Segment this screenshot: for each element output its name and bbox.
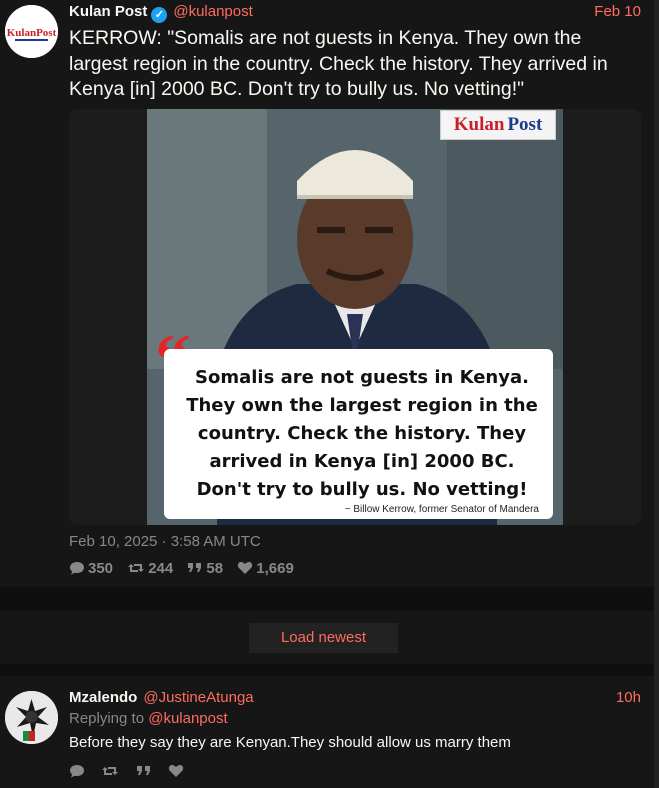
comment-icon [70, 765, 84, 778]
replying-prefix: Replying to [69, 710, 145, 727]
comment-icon [70, 562, 84, 575]
logo-text-1: Kulan [453, 114, 505, 135]
replying-to: Replying to @kulanpost [69, 710, 228, 728]
quote-count-value: 58 [206, 560, 224, 577]
quote-line: country. Check the history. They [197, 423, 527, 444]
reply-fullname[interactable]: Mzalendo [69, 689, 137, 706]
reply-content: Before they say they are Kenyan.They sho… [69, 734, 511, 751]
fullname[interactable]: Kulan Post [69, 3, 147, 20]
quote-attribution: ~ Billow Kerrow, former Senator of Mande… [344, 504, 539, 515]
quote-icon [188, 563, 202, 572]
reply-header: Mzalendo @JustineAtunga [69, 689, 254, 707]
like-count-value: 1,669 [256, 560, 294, 577]
reply-count-value: 350 [88, 560, 114, 577]
quote-box: Somalis are not guests in Kenya. They ow… [164, 349, 553, 519]
heart-icon [169, 765, 184, 777]
retweet-count: 244 [127, 560, 173, 577]
quote-line: arrived in Kenya [in] 2000 BC. [209, 451, 515, 472]
load-newest-button[interactable]: Load newest [249, 623, 398, 653]
scrollbar-track[interactable] [654, 0, 659, 788]
like-count: 1,669 [237, 560, 294, 577]
quote-text: Somalis are not guests in Kenya. They ow… [177, 364, 547, 504]
main-tweet: KulanPost Kulan Post ✓ @kulanpost Feb 10 K… [0, 0, 654, 587]
tweet-header: Kulan Post ✓ @kulanpost [69, 3, 253, 23]
tweet-image[interactable]: KulanPost “ Somalis are not guests in Ke… [69, 109, 641, 525]
verified-badge-icon: ✓ [151, 7, 168, 23]
reply-username[interactable]: @JustineAtunga [143, 689, 253, 706]
quote-count: 58 [187, 560, 223, 577]
reply-like-button[interactable] [168, 764, 184, 783]
reply-stats [69, 764, 196, 783]
tweet-content: KERROW: "Somalis are not guests in Kenya… [69, 27, 608, 100]
quote-line: Don't try to bully us. No vetting! [196, 479, 528, 500]
reply-comment-button[interactable] [69, 764, 85, 783]
reply-quote-button[interactable] [136, 764, 152, 783]
retweet-icon [128, 564, 145, 572]
retweet-count-value: 244 [148, 560, 174, 577]
load-newest-bar: Load newest [0, 611, 654, 664]
logo-text-2: Post [507, 114, 543, 135]
retweet-icon [102, 767, 119, 775]
reply-retweet-button[interactable] [101, 764, 119, 783]
reply-date-link[interactable]: 10h [616, 689, 641, 706]
mzalendo-avatar[interactable] [5, 691, 58, 744]
svg-text:KulanPost: KulanPost [7, 27, 57, 39]
tweet-date-link[interactable]: Feb 10 [594, 3, 641, 20]
tweet-stats: 350 244 58 1,669 [69, 560, 304, 577]
heart-icon [238, 562, 253, 574]
published-date[interactable]: Feb 10, 2025 · 3:58 AM UTC [69, 533, 261, 550]
quote-line: They own the largest region in the [186, 395, 538, 416]
kulanpost-avatar[interactable]: KulanPost [5, 5, 58, 58]
quote-graphic: KulanPost “ Somalis are not guests in Ke… [147, 109, 563, 525]
reply-count: 350 [69, 560, 113, 577]
logo-badge: Kulan Post [440, 110, 556, 140]
username[interactable]: @kulanpost [173, 3, 252, 20]
quote-line: Somalis are not guests in Kenya. [195, 367, 529, 388]
replying-to-link[interactable]: @kulanpost [148, 710, 227, 727]
quote-icon [136, 766, 150, 775]
